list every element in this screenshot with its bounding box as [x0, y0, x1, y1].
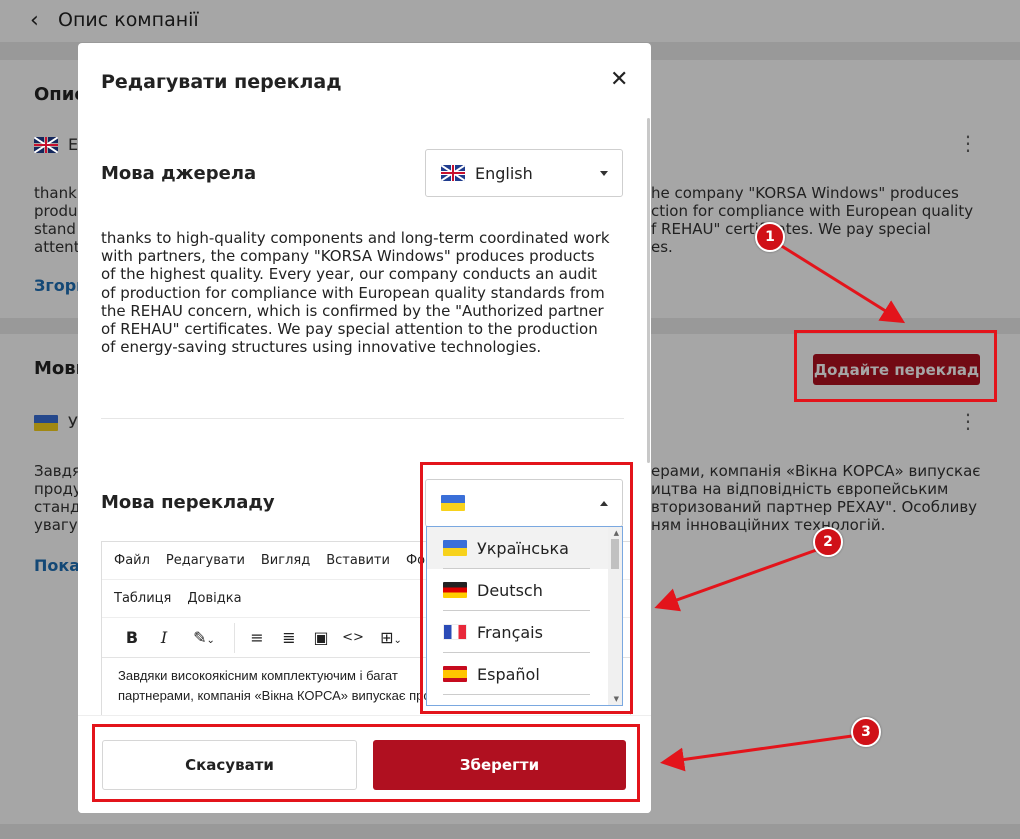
menu-help[interactable]: Довідка — [187, 591, 241, 606]
source-text: thanks to high-quality components and lo… — [101, 229, 610, 357]
english-flag-icon — [34, 137, 58, 153]
annotation-badge-3: 3 — [851, 717, 881, 747]
italic-button[interactable]: I — [148, 628, 180, 647]
annotation-badge-1: 1 — [755, 222, 785, 252]
source-language-value: English — [475, 163, 533, 183]
source-language-select[interactable]: English — [425, 149, 623, 197]
close-icon[interactable]: ✕ — [610, 67, 628, 92]
menu-edit[interactable]: Редагувати — [166, 553, 245, 568]
bold-button[interactable]: B — [116, 628, 148, 647]
menu-table[interactable]: Таблиця — [114, 591, 171, 606]
menu-insert[interactable]: Вставити — [326, 553, 390, 568]
english-flag-icon — [441, 165, 465, 181]
menu-file[interactable]: Файл — [114, 553, 150, 568]
align-left-icon[interactable]: ≡ — [241, 628, 273, 647]
modal-title: Редагувати переклад — [101, 71, 342, 93]
modal-scrollbar[interactable] — [647, 118, 650, 463]
table-icon[interactable]: ⊞⌄ — [369, 628, 413, 647]
source-language-label: Мова джерела — [101, 163, 257, 184]
annotation-box-2 — [420, 462, 633, 714]
target-language-label: Мова перекладу — [101, 492, 275, 513]
chevron-down-icon — [600, 171, 608, 176]
code-icon[interactable]: <> — [337, 630, 369, 645]
annotation-box-3 — [92, 724, 640, 802]
menu-view[interactable]: Вигляд — [261, 553, 310, 568]
annotation-badge-2: 2 — [813, 527, 843, 557]
image-icon[interactable]: ▣ — [305, 628, 337, 647]
align-center-icon[interactable]: ≣ — [273, 628, 305, 647]
highlight-icon[interactable]: ✎⌄ — [180, 628, 228, 647]
divider — [101, 418, 624, 419]
annotation-box-1 — [794, 330, 997, 402]
